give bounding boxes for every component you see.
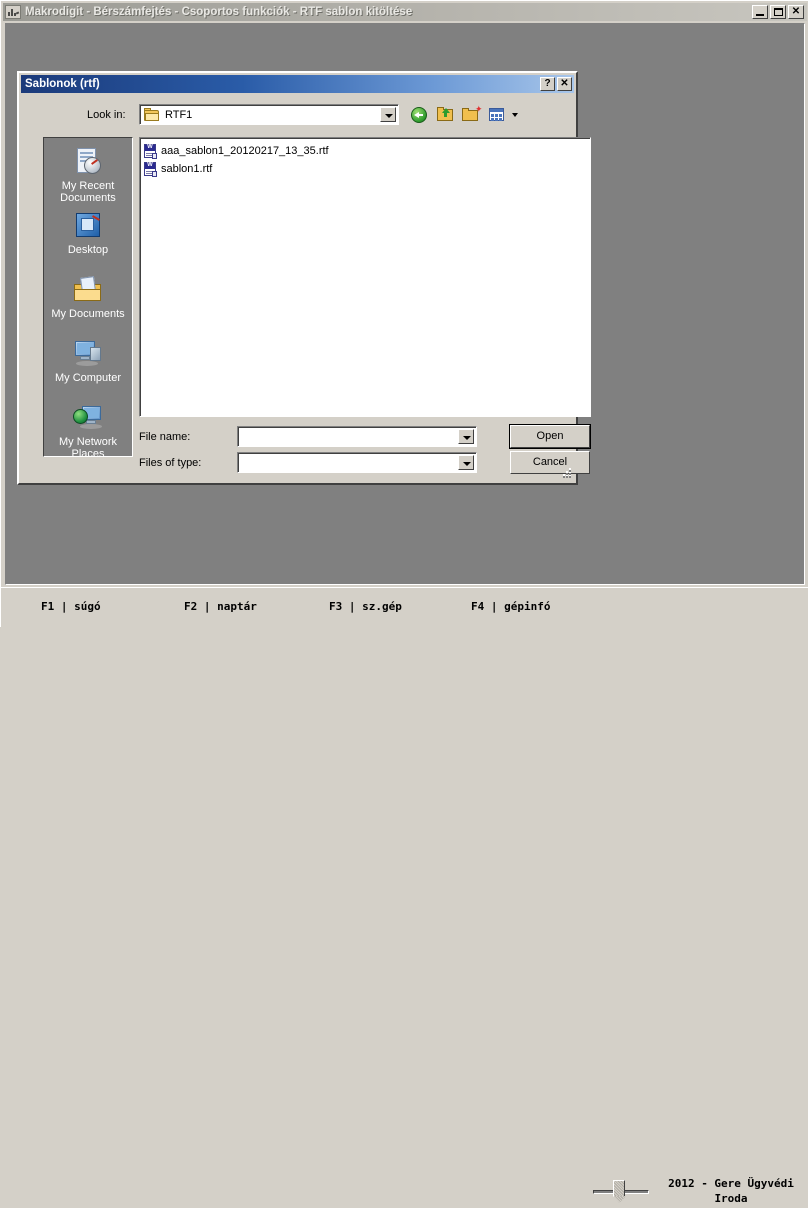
look-in-label: Look in:	[87, 109, 126, 121]
files-of-type-input[interactable]	[240, 455, 456, 470]
minimize-button[interactable]	[752, 5, 768, 19]
files-of-type-label: Files of type:	[139, 457, 202, 469]
open-button[interactable]: Open	[509, 424, 591, 449]
file-list[interactable]: W aaa_sablon1_20120217_13_35.rtf W sablo…	[139, 137, 591, 417]
word-document-icon: W	[144, 143, 158, 159]
places-bar: My Recent Documents Desktop My Documents	[43, 137, 133, 460]
application-window: Makrodigit - Bérszámfejtés - Csoportos f…	[0, 0, 808, 1205]
folder-icon	[144, 108, 160, 121]
my-documents-icon	[72, 274, 104, 306]
status-key-f1[interactable]: F1 | súgó	[41, 600, 101, 613]
files-of-type-chevron-down-icon[interactable]	[458, 455, 474, 470]
place-my-network-places[interactable]: My Network Places	[45, 402, 131, 460]
network-places-icon	[72, 402, 104, 434]
back-button[interactable]	[409, 104, 431, 125]
copyright-line-1: 2012 - Gere Ügyvédi	[668, 1177, 794, 1190]
dialog-help-button[interactable]: ?	[540, 77, 555, 91]
copyright-text: 2012 - Gere Ügyvédi Iroda	[656, 1176, 806, 1206]
my-computer-icon	[72, 338, 104, 370]
status-bar: F1 | súgó F2 | naptár F3 | sz.gép F4 | g…	[1, 587, 808, 1205]
maximize-button[interactable]	[770, 5, 786, 19]
file-name-chevron-down-icon[interactable]	[458, 429, 474, 444]
place-label: My Documents	[51, 308, 125, 320]
file-open-dialog: Sablonok (rtf) ? ✕ Look in: RTF1 ✦ My Re…	[17, 71, 591, 485]
views-button[interactable]	[487, 104, 509, 125]
file-name: sablon1.rtf	[161, 163, 213, 175]
window-controls: ✕	[752, 5, 804, 19]
copyright-line-2: Iroda	[714, 1192, 748, 1205]
word-document-icon: W	[144, 161, 158, 177]
place-label: My Recent Documents	[60, 180, 116, 204]
dialog-toolbar: ✦	[409, 104, 518, 125]
place-label: My Network Places	[58, 436, 118, 460]
chart-app-icon	[5, 5, 21, 19]
status-key-f3[interactable]: F3 | sz.gép	[329, 600, 402, 613]
cancel-button[interactable]: Cancel	[510, 451, 590, 474]
place-desktop[interactable]: Desktop	[45, 210, 131, 256]
place-label: My Computer	[54, 372, 122, 384]
close-icon: ✕	[791, 6, 801, 17]
look-in-value: RTF1	[165, 108, 193, 121]
recent-documents-icon	[72, 146, 104, 178]
file-name-input[interactable]	[240, 429, 456, 444]
up-one-level-button[interactable]	[435, 104, 457, 125]
file-name: aaa_sablon1_20120217_13_35.rtf	[161, 145, 329, 157]
place-my-computer[interactable]: My Computer	[45, 338, 131, 384]
dialog-close-button[interactable]: ✕	[557, 77, 572, 91]
files-of-type-combobox[interactable]	[237, 452, 477, 473]
look-in-combobox[interactable]: RTF1	[139, 104, 399, 125]
place-my-recent-documents[interactable]: My Recent Documents	[45, 146, 131, 204]
file-name-label: File name:	[139, 431, 191, 443]
desktop-icon	[72, 210, 104, 242]
window-title: Makrodigit - Bérszámfejtés - Csoportos f…	[25, 6, 413, 18]
place-label: Desktop	[67, 244, 109, 256]
slider-thumb[interactable]	[613, 1180, 625, 1196]
file-name-combobox[interactable]	[237, 426, 477, 447]
place-my-documents[interactable]: My Documents	[45, 274, 131, 320]
chevron-down-icon[interactable]	[380, 107, 396, 122]
list-item[interactable]: W aaa_sablon1_20120217_13_35.rtf	[144, 143, 329, 159]
dialog-controls: ? ✕	[540, 77, 572, 91]
list-item[interactable]: W sablon1.rtf	[144, 161, 212, 177]
views-chevron-down-icon[interactable]	[512, 112, 518, 117]
window-title-bar[interactable]: Makrodigit - Bérszámfejtés - Csoportos f…	[3, 3, 807, 21]
close-button[interactable]: ✕	[788, 5, 804, 19]
status-key-f4[interactable]: F4 | gépinfó	[471, 600, 550, 613]
dialog-title-bar[interactable]: Sablonok (rtf) ? ✕	[21, 75, 574, 93]
resize-grip[interactable]	[557, 464, 571, 478]
create-new-folder-button[interactable]: ✦	[461, 104, 483, 125]
dialog-body: Look in: RTF1 ✦ My Recent Documents Desk…	[21, 95, 591, 481]
dialog-title: Sablonok (rtf)	[25, 78, 100, 90]
zoom-slider[interactable]	[593, 1178, 649, 1208]
status-key-f2[interactable]: F2 | naptár	[184, 600, 257, 613]
